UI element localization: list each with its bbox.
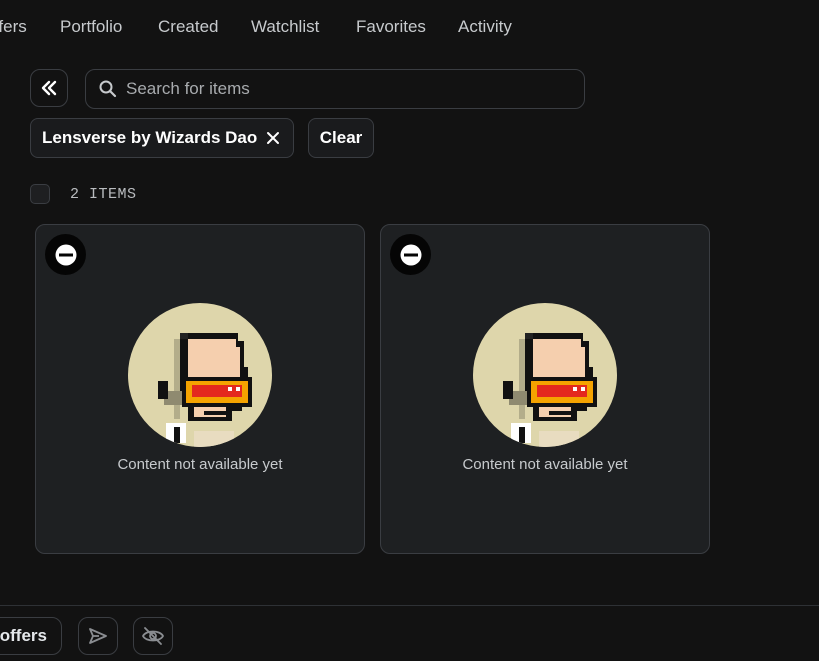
tab-created[interactable]: Created (158, 17, 218, 37)
minus-circle-icon[interactable] (390, 234, 431, 275)
tab-activity[interactable]: Activity (458, 17, 512, 37)
item-card[interactable]: Content not available yet (35, 224, 365, 554)
search-input[interactable]: Search for items (85, 69, 585, 109)
filter-chip-label: Lensverse by Wizards Dao (42, 128, 258, 147)
clear-filters-button[interactable]: Clear (308, 118, 374, 158)
tab-watchlist[interactable]: Watchlist (251, 17, 319, 37)
bulk-action-bar: offers (0, 605, 819, 661)
tab-portfolio[interactable]: Portfolio (60, 17, 122, 37)
minus-circle-icon[interactable] (45, 234, 86, 275)
filter-chip-collection: Lensverse by Wizards Dao (30, 118, 294, 158)
search-icon (98, 79, 118, 99)
collapse-filters-button[interactable] (30, 69, 68, 107)
placeholder-avatar-image (473, 303, 617, 447)
double-chevron-left-icon (41, 80, 57, 96)
tab-favorites[interactable]: Favorites (356, 17, 426, 37)
eye-off-icon (141, 627, 165, 645)
send-icon (89, 628, 107, 644)
content-unavailable-text: Content not available yet (117, 456, 283, 473)
search-placeholder: Search for items (126, 79, 250, 98)
account-tabs: ffers Portfolio Created Watchlist Favori… (0, 0, 819, 54)
send-button[interactable] (78, 617, 118, 655)
select-all-checkbox[interactable] (30, 184, 50, 204)
offers-button[interactable]: offers (0, 617, 62, 655)
content-unavailable-text: Content not available yet (462, 456, 628, 473)
tab-offers[interactable]: ffers (0, 17, 27, 37)
placeholder-avatar-image (128, 303, 272, 447)
item-card[interactable]: Content not available yet (380, 224, 710, 554)
hide-button[interactable] (133, 617, 173, 655)
item-count: 2 ITEMS (70, 186, 137, 203)
close-icon[interactable] (265, 130, 281, 146)
